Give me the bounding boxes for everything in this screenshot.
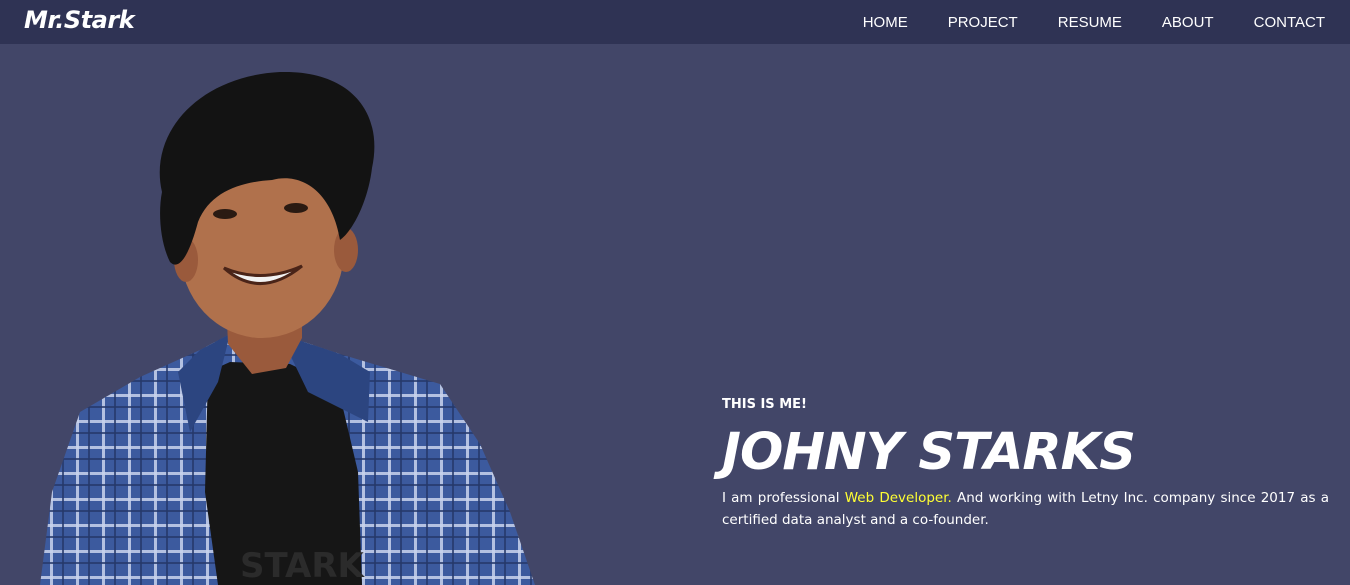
portrait-photo: STARK <box>40 71 550 585</box>
nav-link-contact[interactable]: CONTACT <box>1254 14 1325 31</box>
eye-left <box>213 209 237 219</box>
ear-right <box>334 228 358 272</box>
intro-highlight: Web Developer. <box>844 490 952 506</box>
hero-section: THIS IS ME! JOHNY STARKS I am profession… <box>722 397 1329 531</box>
nav-link-home[interactable]: HOME <box>863 14 908 31</box>
shirt-print: STARK <box>240 546 366 585</box>
hero-eyebrow: THIS IS ME! <box>722 397 807 412</box>
portrait-illustration: STARK <box>40 71 535 585</box>
hero-intro: I am professional Web Developer. And wor… <box>722 487 1329 531</box>
nav-menu: HOME PROJECT RESUME ABOUT CONTACT <box>863 0 1325 44</box>
hero-name: JOHNY STARKS <box>722 423 1136 482</box>
nav-link-resume[interactable]: RESUME <box>1058 14 1122 31</box>
eye-right <box>284 203 308 213</box>
brand-logo[interactable]: Mr.Stark <box>24 6 135 34</box>
nav-link-project[interactable]: PROJECT <box>948 14 1018 31</box>
nav-link-about[interactable]: ABOUT <box>1162 14 1214 31</box>
intro-prefix: I am professional <box>722 490 845 506</box>
navbar: Mr.Stark HOME PROJECT RESUME ABOUT CONTA… <box>0 0 1350 44</box>
